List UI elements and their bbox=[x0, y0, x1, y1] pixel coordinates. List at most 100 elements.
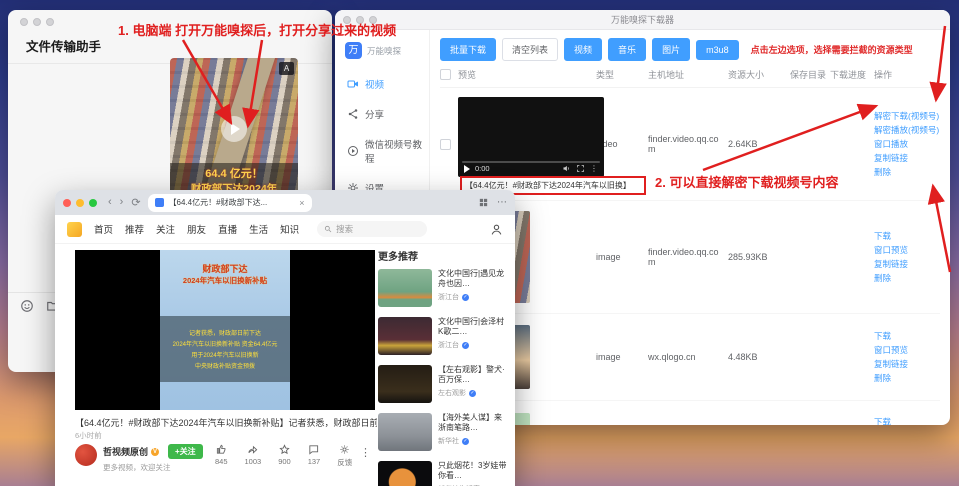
sidebar-item-label: 微信视频号教程 bbox=[365, 137, 429, 165]
author-avatar[interactable] bbox=[75, 444, 97, 466]
reload-button[interactable]: ⟳ bbox=[131, 196, 140, 209]
cell-host: finder.video.qq.com bbox=[648, 247, 728, 267]
nav-live[interactable]: 直播 bbox=[218, 222, 237, 236]
filter-m3u8-button[interactable]: m3u8 bbox=[696, 40, 739, 60]
comment-icon bbox=[308, 444, 319, 455]
action-download[interactable]: 下载 bbox=[874, 230, 940, 242]
video-headline-1: 财政部下达 bbox=[160, 262, 290, 275]
user-icon[interactable] bbox=[490, 223, 503, 236]
row-checkbox[interactable] bbox=[440, 139, 451, 150]
table-row: image finder.video.qq.com 285.93KB 下载 窗口… bbox=[440, 201, 940, 314]
close-button[interactable] bbox=[20, 18, 28, 26]
filter-audio-button[interactable]: 音乐 bbox=[608, 38, 646, 61]
share-button[interactable]: 1003 bbox=[245, 444, 262, 466]
recommend-thumbnail bbox=[378, 365, 432, 403]
cell-size: 285.93KB bbox=[728, 252, 790, 262]
table-row: image wx.qlogo.cn 2.87KB 下载 窗口预览 复制链接 删除 bbox=[440, 401, 940, 425]
follow-button[interactable]: +关注 bbox=[168, 444, 203, 459]
action-window-preview[interactable]: 窗口预览 bbox=[874, 344, 940, 356]
close-button[interactable] bbox=[63, 199, 71, 207]
browser-tab[interactable]: 【64.4亿元！#财政部下达... × bbox=[148, 194, 312, 212]
player-menu-icon[interactable]: ⋮ bbox=[590, 164, 598, 173]
nav-life[interactable]: 生活 bbox=[249, 222, 268, 236]
col-progress: 下载进度 bbox=[830, 68, 874, 81]
action-decrypt-download[interactable]: 解密下载(视频号) bbox=[874, 110, 940, 122]
recommend-item[interactable]: 【左右观影】警犬·百万保… 左右观影✓ bbox=[378, 365, 508, 403]
minimize-button[interactable] bbox=[33, 18, 41, 26]
action-delete[interactable]: 删除 bbox=[874, 166, 940, 178]
action-copy-link[interactable]: 复制链接 bbox=[874, 358, 940, 370]
action-delete[interactable]: 删除 bbox=[874, 272, 940, 284]
volume-icon[interactable] bbox=[562, 164, 571, 173]
recommend-item[interactable]: 文化中国行|会泽村K歌二… 浙江台✓ bbox=[378, 317, 508, 355]
verified-badge: ✓ bbox=[462, 294, 469, 301]
star-icon bbox=[279, 444, 290, 455]
extensions-icon[interactable] bbox=[478, 197, 489, 208]
nav-friends[interactable]: 朋友 bbox=[187, 222, 206, 236]
verified-badge: ✓ bbox=[469, 390, 476, 397]
search-icon bbox=[324, 225, 332, 233]
like-button[interactable]: 845 bbox=[215, 444, 228, 466]
sidebar-item-share[interactable]: 分享 bbox=[335, 99, 429, 129]
video-icon bbox=[347, 78, 359, 90]
minimize-button[interactable] bbox=[76, 199, 84, 207]
nav-knowledge[interactable]: 知识 bbox=[280, 222, 299, 236]
action-decrypt-play[interactable]: 解密播放(视频号) bbox=[874, 124, 940, 136]
back-button[interactable]: ‹ bbox=[108, 196, 112, 209]
zoom-button[interactable] bbox=[89, 199, 97, 207]
nav-home[interactable]: 首页 bbox=[94, 222, 113, 236]
main-video-player[interactable]: 财政部下达 2024年汽车以旧换新补贴 记者获悉，财政部日前下达 2024年汽车… bbox=[75, 250, 375, 410]
comment-button[interactable]: 137 bbox=[308, 444, 321, 466]
sidebar-item-video[interactable]: 视频 bbox=[335, 69, 429, 99]
sidebar-item-tutorial[interactable]: 微信视频号教程 bbox=[335, 129, 429, 173]
favorite-button[interactable]: 900 bbox=[278, 444, 291, 466]
browser-menu-icon[interactable]: ⋯ bbox=[497, 197, 507, 208]
action-delete[interactable]: 删除 bbox=[874, 372, 940, 384]
batch-download-button[interactable]: 批量下载 bbox=[440, 38, 496, 61]
tutorial-icon bbox=[347, 145, 359, 157]
more-options-icon[interactable]: ⋮ bbox=[360, 446, 371, 459]
annotation-step2: 2. 可以直接解密下载视频号内容 bbox=[655, 172, 838, 191]
search-input[interactable]: 搜索 bbox=[317, 221, 427, 237]
recommend-item[interactable]: 【海外美人谋】来浙南笔路… 新华社✓ bbox=[378, 413, 508, 451]
play-icon[interactable] bbox=[221, 116, 247, 142]
site-logo[interactable] bbox=[67, 222, 82, 237]
zoom-button[interactable] bbox=[46, 18, 54, 26]
shared-video-message[interactable]: A 64.4 亿元！ 财政部下达2024年 bbox=[170, 58, 298, 200]
filter-hint-text: 点击左边选项，选择需要拦截的资源类型 bbox=[751, 43, 913, 56]
action-window-preview[interactable]: 窗口预览 bbox=[874, 244, 940, 256]
nav-following[interactable]: 关注 bbox=[156, 222, 175, 236]
action-download[interactable]: 下载 bbox=[874, 416, 940, 425]
cell-size: 2.64KB bbox=[728, 139, 790, 149]
action-copy-link[interactable]: 复制链接 bbox=[874, 152, 940, 164]
sidebar-item-label: 分享 bbox=[365, 107, 384, 121]
nav-recommend[interactable]: 推荐 bbox=[125, 222, 144, 236]
fullscreen-icon[interactable] bbox=[576, 164, 585, 173]
cell-type: image bbox=[596, 252, 648, 262]
select-all-checkbox[interactable] bbox=[440, 69, 451, 80]
action-window-play[interactable]: 窗口播放 bbox=[874, 138, 940, 150]
cell-type: image bbox=[596, 352, 648, 362]
table-header: 预览 类型 主机地址 资源大小 保存目录 下载进度 操作 bbox=[440, 61, 940, 88]
emoji-icon[interactable] bbox=[20, 299, 34, 313]
cell-host: wx.qlogo.cn bbox=[648, 352, 728, 362]
play-icon[interactable] bbox=[464, 165, 470, 173]
verified-badge: V bbox=[151, 448, 159, 456]
clear-list-button[interactable]: 清空列表 bbox=[502, 38, 558, 61]
cell-host: finder.video.qq.com bbox=[648, 134, 728, 154]
recommend-item[interactable]: 只此烟花！3岁娃带你看… 新华社生活家✓ bbox=[378, 461, 508, 486]
post-meta: 6小时前 bbox=[75, 430, 102, 441]
col-host: 主机地址 bbox=[648, 68, 728, 81]
video-preview-player[interactable]: 0:00 ⋮ bbox=[458, 97, 604, 177]
filter-image-button[interactable]: 图片 bbox=[652, 38, 690, 61]
feedback-button[interactable]: 反馈 bbox=[337, 444, 352, 468]
filter-video-button[interactable]: 视频 bbox=[564, 38, 602, 61]
col-type: 类型 bbox=[596, 68, 648, 81]
action-download[interactable]: 下载 bbox=[874, 330, 940, 342]
recommend-thumbnail bbox=[378, 413, 432, 451]
author-name[interactable]: 哲视频原创 bbox=[103, 445, 148, 458]
tab-close-icon[interactable]: × bbox=[299, 198, 304, 208]
forward-button[interactable]: › bbox=[120, 196, 124, 209]
recommend-item[interactable]: 文化中国行|遇见龙舟也因… 浙江台✓ bbox=[378, 269, 508, 307]
action-copy-link[interactable]: 复制链接 bbox=[874, 258, 940, 270]
